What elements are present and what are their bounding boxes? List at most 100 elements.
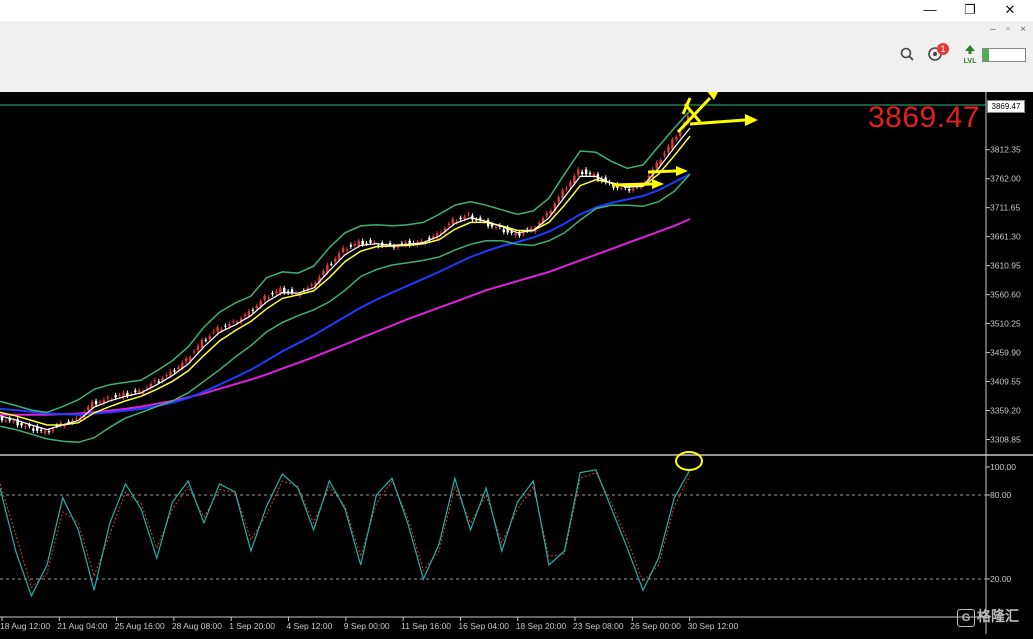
candle-body <box>310 284 313 286</box>
candle-body <box>561 190 564 199</box>
y-tick-label: 3812.35 <box>990 145 1021 155</box>
candle-body <box>0 416 4 421</box>
candle-body <box>169 371 172 376</box>
main-plot-bg <box>0 92 986 454</box>
y-tick-label: 3560.60 <box>990 290 1021 300</box>
candle-body <box>447 223 451 226</box>
candle-body <box>671 139 674 149</box>
candle-body <box>349 244 353 247</box>
x-tick-label: 11 Sep 16:00 <box>401 621 451 631</box>
candle-body <box>580 171 584 175</box>
x-tick-label: 16 Sep 04:00 <box>458 621 509 631</box>
y-tick-label: 3359.20 <box>990 406 1021 416</box>
candle-body <box>204 339 208 341</box>
window-titlebar: — ❐ ✕ <box>0 0 1033 21</box>
stoch-y-tick-label: 100.00 <box>990 462 1016 472</box>
candle-body <box>32 428 35 431</box>
candle-body <box>565 188 568 190</box>
candle-body <box>369 240 372 243</box>
level-icon[interactable]: LVL <box>962 45 978 65</box>
candle-body <box>420 240 423 242</box>
mdi-close-button[interactable]: × <box>1016 22 1030 37</box>
candle-body <box>75 418 78 420</box>
candle-body <box>267 297 270 299</box>
candle-body <box>428 237 431 240</box>
stoch-y-tick-label: 80.00 <box>990 490 1012 500</box>
x-tick-label: 1 Sep 20:00 <box>229 621 275 631</box>
mdi-restore-button[interactable]: ▫ <box>1001 22 1015 37</box>
candle-body <box>333 258 337 262</box>
candle-body <box>522 233 525 235</box>
level-progress-bar <box>982 48 1026 62</box>
candle-body <box>330 263 333 265</box>
candle-body <box>98 402 102 404</box>
candle-body <box>24 425 27 427</box>
candle-body <box>451 218 455 224</box>
candle-body <box>631 188 635 191</box>
chart-window[interactable]: 3812.35 3762.00 3711.65 3661.30 3610.95 3560.… <box>0 88 1033 634</box>
candle-body <box>188 357 192 361</box>
candle-body <box>196 345 200 351</box>
candle-body <box>185 358 188 362</box>
candle-body <box>557 197 560 202</box>
candle-body <box>20 423 23 426</box>
stoch-main-line <box>0 469 691 598</box>
candle-body <box>153 380 157 382</box>
candle-body <box>12 420 15 422</box>
candle-body <box>322 271 325 275</box>
main-y-axis: 3812.35 3762.00 3711.65 3661.30 3610.95 3560.… <box>986 145 1021 445</box>
candle-body <box>584 169 588 175</box>
candle-body <box>118 395 121 397</box>
candle-body <box>228 324 231 327</box>
candle-body <box>208 335 211 339</box>
x-tick-label: 9 Sep 00:00 <box>344 621 390 631</box>
candle-body <box>353 243 357 246</box>
candle-body <box>459 217 462 219</box>
candle-body <box>216 327 219 332</box>
candle-body <box>518 233 521 236</box>
candle-body <box>361 240 364 245</box>
restore-button[interactable]: ❐ <box>950 0 990 21</box>
candle-body <box>494 226 498 228</box>
search-icon[interactable] <box>897 46 917 66</box>
candle-body <box>655 162 658 169</box>
minimize-button[interactable]: — <box>910 0 950 21</box>
candle-body <box>373 241 376 243</box>
candle-body <box>47 430 51 433</box>
stoch-y-tick-label: 20.00 <box>990 574 1012 584</box>
arrow-mid-right-2 <box>647 169 677 174</box>
candle-body <box>232 321 235 323</box>
current-price-tag: 3869.47 <box>987 100 1025 113</box>
candle-body <box>345 249 349 251</box>
candle-body <box>467 214 470 216</box>
candle-body <box>271 292 274 295</box>
y-tick-label: 3409.55 <box>990 377 1021 387</box>
candle-body <box>106 397 110 399</box>
y-tick-label: 3711.65 <box>990 203 1020 213</box>
candle-body <box>275 291 278 294</box>
x-tick-label: 23 Sep 08:00 <box>573 621 624 631</box>
candle-body <box>663 153 666 156</box>
level-progress-fill <box>983 49 990 61</box>
mdi-child-bar: – ▫ × <box>0 21 1033 41</box>
candle-body <box>43 430 47 434</box>
stoch-y-axis: 100.00 80.00 20.00 <box>986 462 1016 584</box>
candle-body <box>283 288 286 293</box>
candle-body <box>243 314 247 317</box>
candle-body <box>157 381 160 383</box>
watermark-logo: G 格隆汇 <box>957 606 1019 627</box>
y-tick-label: 3459.90 <box>990 348 1021 358</box>
price-chart[interactable]: 3812.35 3762.00 3711.65 3661.30 3610.95 3560.… <box>0 88 1033 634</box>
mdi-minimize-button[interactable]: – <box>986 22 1000 37</box>
candle-body <box>114 395 117 398</box>
candle-body <box>39 429 43 431</box>
candle-body <box>628 189 631 191</box>
close-button[interactable]: ✕ <box>990 0 1030 21</box>
x-tick-label: 4 Sep 12:00 <box>287 621 333 631</box>
candle-body <box>337 253 341 260</box>
candle-body <box>545 213 549 216</box>
candle-body <box>51 429 55 432</box>
candle-body <box>341 247 345 253</box>
candle-body <box>577 169 580 175</box>
candle-body <box>612 186 615 188</box>
